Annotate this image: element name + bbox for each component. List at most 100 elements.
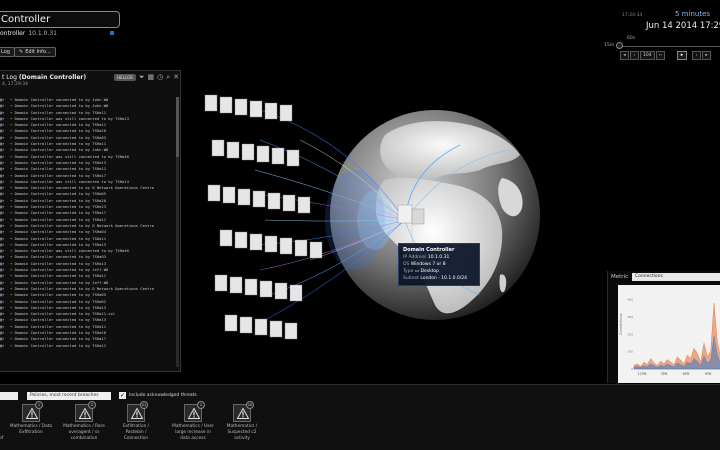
breach-icon-box[interactable]: 1 bbox=[22, 401, 43, 422]
breach-name: Mathematics / User large increase in dat… bbox=[172, 424, 214, 441]
breach-icon-box[interactable]: 2 bbox=[75, 401, 96, 422]
y-tick-label: 100 bbox=[627, 350, 633, 354]
policy-filter-input[interactable]: Policies, most recent breaches bbox=[27, 392, 111, 400]
tooltip-type-row: Type ▭ Desktop bbox=[403, 268, 475, 275]
device-title-field[interactable]: Controller bbox=[0, 11, 120, 28]
timeline-slider-track[interactable] bbox=[620, 46, 720, 47]
server-rack[interactable] bbox=[244, 278, 258, 296]
server-rack[interactable] bbox=[219, 96, 233, 114]
scrollbar-thumb[interactable] bbox=[176, 97, 179, 157]
server-rack[interactable] bbox=[297, 196, 311, 214]
pencil-icon: ✎ bbox=[19, 49, 24, 55]
clock-icon[interactable]: ◷ bbox=[157, 73, 163, 82]
time-range-label[interactable]: 5 minutes bbox=[675, 10, 710, 18]
server-rack[interactable] bbox=[264, 235, 278, 253]
breach-name: Mathematics / Suspected c2 activity bbox=[226, 424, 258, 441]
server-rack[interactable] bbox=[229, 276, 243, 294]
event-log-list: ▣▾ → Domain Controller connected to by Jo… bbox=[0, 97, 176, 349]
left-filter-input[interactable] bbox=[0, 392, 18, 400]
desktop-icon: ▭ bbox=[414, 269, 420, 274]
server-rack[interactable] bbox=[274, 282, 288, 300]
breach-icon-box[interactable]: 10 bbox=[233, 401, 254, 422]
x-tick-label: 3PM bbox=[661, 372, 668, 376]
timeline-nav-right-button-0[interactable]: › bbox=[692, 51, 701, 60]
breach-icon-box[interactable]: 21 bbox=[127, 401, 148, 422]
log-row[interactable]: ▣▾ → Domain Controller connected to by TS… bbox=[0, 343, 176, 349]
include-acknowledged-checkbox[interactable]: ✓ bbox=[119, 392, 126, 399]
server-rack[interactable] bbox=[234, 98, 248, 116]
play-button[interactable]: ▸ bbox=[677, 51, 687, 60]
edit-info-button[interactable]: ✎ Edit Info... bbox=[14, 47, 56, 57]
timeline-nav-left-button-2[interactable]: 104 bbox=[640, 51, 655, 60]
breach-item[interactable]: 1 Mathematics / User large increase in da… bbox=[171, 401, 215, 442]
server-rack[interactable] bbox=[271, 147, 285, 165]
server-rack[interactable] bbox=[252, 190, 266, 208]
server-rack[interactable] bbox=[256, 145, 270, 163]
server-rack[interactable] bbox=[239, 316, 253, 334]
metric-select[interactable]: Connections bbox=[632, 273, 720, 281]
export-icon[interactable]: ▦ bbox=[147, 73, 154, 82]
y-axis-label: Connections bbox=[619, 313, 623, 335]
server-rack[interactable] bbox=[294, 239, 308, 257]
search-icon[interactable]: ⌕ bbox=[166, 73, 170, 82]
tooltip-title: Domain Controller bbox=[403, 247, 455, 253]
tooltip-ip: 10.1.0.31 bbox=[427, 255, 450, 260]
timeline-slider-handle[interactable] bbox=[616, 42, 623, 49]
close-icon[interactable]: ✕ bbox=[173, 73, 179, 82]
server-rack[interactable] bbox=[264, 102, 278, 120]
server-rack[interactable] bbox=[204, 94, 218, 112]
breach-name: Exfiltration / Pastebin / Connection bbox=[122, 424, 150, 441]
server-rack[interactable] bbox=[219, 229, 233, 247]
log-filter-chip[interactable]: HELLOB bbox=[114, 74, 136, 81]
server-rack[interactable] bbox=[286, 149, 300, 167]
breach-count: 1 bbox=[197, 401, 205, 409]
event-log-scrollbar[interactable] bbox=[176, 97, 179, 367]
breach-item[interactable]: 2 Mathematics / Rare overagent / ss combi… bbox=[62, 401, 106, 442]
tooltip-ip-row: IP Address 10.1.0.31 bbox=[403, 254, 475, 261]
server-rack[interactable] bbox=[282, 194, 296, 212]
warning-icon bbox=[131, 408, 143, 419]
server-racks[interactable] bbox=[204, 94, 323, 340]
server-rack[interactable] bbox=[224, 314, 238, 332]
breach-item[interactable]: 10 Mathematics / Suspected c2 activity bbox=[220, 401, 264, 442]
server-rack[interactable] bbox=[259, 280, 273, 298]
breach-item[interactable]: 21 Exfiltration / Pastebin / Connection bbox=[114, 401, 158, 442]
timeline-nav-left-button-3[interactable]: ›› bbox=[655, 51, 666, 60]
timeline-nav-left-button-0[interactable]: ◂ bbox=[620, 51, 629, 60]
server-rack[interactable] bbox=[207, 184, 221, 202]
range-start-time: 17:24:34 bbox=[622, 13, 643, 18]
server-rack[interactable] bbox=[214, 274, 228, 292]
server-rack[interactable] bbox=[237, 188, 251, 206]
server-rack[interactable] bbox=[289, 284, 303, 302]
event-log-title-device: (Domain Controller) bbox=[18, 74, 87, 81]
server-rack[interactable] bbox=[254, 318, 268, 336]
server-rack[interactable] bbox=[241, 143, 255, 161]
log-button[interactable]: Log bbox=[0, 47, 15, 57]
server-rack[interactable] bbox=[309, 241, 323, 259]
device-tooltip: Domain Controller IP Address 10.1.0.31 O… bbox=[398, 243, 480, 286]
tooltip-os-label: OS bbox=[403, 262, 410, 267]
timeline-nav-right-button-1[interactable]: ▸ bbox=[702, 51, 711, 60]
breach-item[interactable]: 1 Mathematics / Data Exfiltration bbox=[9, 401, 53, 436]
server-rack[interactable] bbox=[279, 237, 293, 255]
server-rack[interactable] bbox=[269, 320, 283, 338]
tooltip-subnet-label: Subnet bbox=[403, 276, 419, 281]
breach-count: 21 bbox=[140, 401, 148, 409]
filter-icon[interactable]: ⏷ bbox=[139, 73, 145, 82]
breach-icon-box[interactable]: 1 bbox=[184, 401, 205, 422]
x-tick-label: 12PM bbox=[638, 372, 647, 376]
timeline-nav-left-button-1[interactable]: ‹ bbox=[630, 51, 639, 60]
y-tick-label: 400 bbox=[627, 298, 633, 302]
server-rack[interactable] bbox=[249, 100, 263, 118]
server-rack[interactable] bbox=[284, 322, 298, 340]
event-log-title: t Log (Domain Controller) bbox=[2, 74, 86, 81]
server-rack[interactable] bbox=[234, 231, 248, 249]
server-rack[interactable] bbox=[226, 141, 240, 159]
server-rack[interactable] bbox=[267, 192, 281, 210]
network-globe-visualization[interactable] bbox=[180, 80, 620, 390]
server-rack[interactable] bbox=[249, 233, 263, 251]
server-rack[interactable] bbox=[222, 186, 236, 204]
device-info-line: ontroller 10.1.0.31 bbox=[0, 30, 114, 37]
server-rack[interactable] bbox=[279, 104, 293, 122]
server-rack[interactable] bbox=[211, 139, 225, 157]
